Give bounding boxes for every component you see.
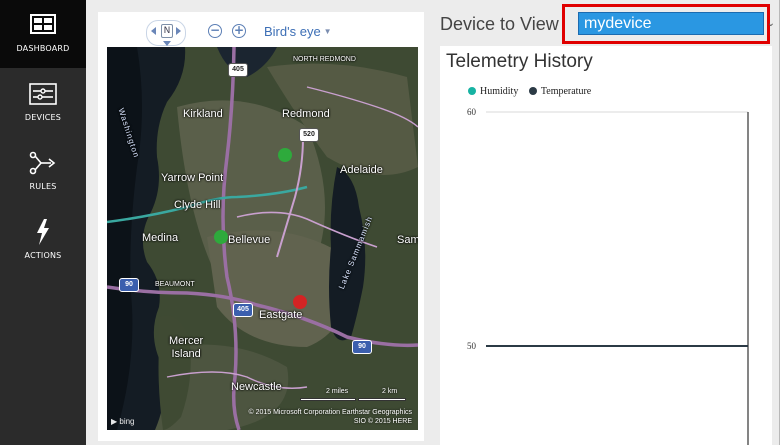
highway-90-east-shield: 90 bbox=[352, 340, 372, 354]
device-select-dropdown[interactable]: mydevice ⌄ bbox=[578, 12, 775, 35]
pan-left-icon[interactable] bbox=[151, 27, 156, 35]
chevron-down-icon: ▼ bbox=[323, 27, 332, 36]
copyright-line-1: © 2015 Microsoft Corporation Earthstar G… bbox=[248, 409, 412, 416]
nav-devices-label: DEVICES bbox=[24, 113, 62, 122]
device-marker-bellevue[interactable] bbox=[214, 230, 228, 244]
nav-rules-label: RULES bbox=[29, 182, 57, 191]
device-select-value: mydevice bbox=[584, 15, 652, 32]
device-to-view-label: Device to View bbox=[440, 14, 559, 34]
map-label-adelaide: Adelaide bbox=[340, 164, 383, 176]
map-view-mode-label: Bird's eye bbox=[264, 24, 321, 39]
highway-405-north-shield: 405 bbox=[228, 63, 248, 77]
nav-dashboard-label: DASHBOARD bbox=[16, 44, 70, 53]
map-toolbar: N − + Bird's eye ▼ bbox=[108, 18, 418, 46]
scale-bar-miles bbox=[300, 398, 356, 401]
map-label-mercer-island: Mercer Island bbox=[169, 335, 204, 360]
scale-bar-km bbox=[358, 398, 406, 401]
side-navigation: DASHBOARD DEVICES RULES ACTIONS bbox=[0, 0, 86, 445]
map-label-clyde-hill: Clyde Hill bbox=[174, 199, 221, 211]
highway-405-south-shield: 405 bbox=[233, 303, 253, 317]
map-label-yarrow-point: Yarrow Point bbox=[161, 172, 224, 184]
map-label-kirkland: Kirkland bbox=[183, 108, 223, 120]
map-label-sam: Sam bbox=[397, 234, 418, 246]
scale-km: 2 km bbox=[382, 388, 398, 395]
chart-legend: Humidity Temperature bbox=[468, 86, 599, 98]
zoom-in-button[interactable]: + bbox=[232, 24, 246, 38]
copyright-line-2: SIO © 2015 HERE bbox=[353, 418, 412, 425]
legend-label-temperature: Temperature bbox=[540, 86, 592, 97]
nav-rules[interactable]: RULES bbox=[0, 138, 86, 206]
map-label-beaumont: BEAUMONT bbox=[155, 281, 195, 288]
device-marker-redmond[interactable] bbox=[278, 148, 292, 162]
map-label-newcastle: Newcastle bbox=[231, 381, 282, 393]
telemetry-history-title: Telemetry History bbox=[446, 51, 593, 72]
rules-icon bbox=[0, 150, 86, 176]
scale-miles: 2 miles bbox=[326, 388, 349, 395]
telemetry-chart: 60 50 bbox=[467, 107, 749, 445]
map-copyright: © 2015 Microsoft Corporation Earthstar G… bbox=[248, 408, 412, 426]
legend-item-humidity[interactable]: Humidity bbox=[468, 86, 518, 97]
chevron-down-icon: ⌄ bbox=[766, 18, 775, 29]
pan-right-icon[interactable] bbox=[176, 27, 181, 35]
device-map-panel: N − + Bird's eye ▼ NORTH REDMOND Washing… bbox=[98, 12, 424, 441]
legend-swatch-temperature bbox=[528, 87, 537, 95]
zoom-out-button[interactable]: − bbox=[208, 24, 222, 38]
telemetry-history-panel: Telemetry History Humidity Temperature 6… bbox=[440, 46, 772, 445]
devices-icon bbox=[0, 81, 86, 107]
y-tick-label: 50 bbox=[467, 341, 477, 351]
map-label-redmond: Redmond bbox=[282, 108, 330, 120]
nav-actions[interactable]: ACTIONS bbox=[0, 207, 86, 275]
highway-520-shield: 520 bbox=[299, 128, 319, 142]
nav-dashboard[interactable]: DASHBOARD bbox=[0, 0, 86, 68]
map-label-medina: Medina bbox=[142, 232, 179, 244]
dashboard-icon bbox=[0, 12, 86, 38]
legend-item-temperature[interactable]: Temperature bbox=[528, 86, 592, 97]
legend-label-humidity: Humidity bbox=[480, 86, 519, 97]
compass-north[interactable]: N bbox=[161, 24, 173, 38]
y-tick-label: 60 bbox=[467, 107, 477, 117]
map-label-north-redmond: NORTH REDMOND bbox=[293, 56, 356, 63]
device-marker-eastgate[interactable] bbox=[293, 295, 307, 309]
highway-90-west-shield: 90 bbox=[119, 278, 139, 292]
map-scale: 2 miles 2 km bbox=[300, 388, 410, 402]
map-label-eastgate: Eastgate bbox=[259, 309, 303, 321]
map-view-mode-dropdown[interactable]: Bird's eye ▼ bbox=[264, 24, 332, 39]
compass-control[interactable]: N bbox=[146, 20, 186, 46]
map-canvas[interactable]: NORTH REDMOND Washington Kirkland Redmon… bbox=[107, 47, 418, 430]
map-label-bellevue: Bellevue bbox=[228, 234, 271, 246]
bing-logo-text: bing bbox=[119, 417, 135, 426]
nav-actions-label: ACTIONS bbox=[24, 251, 62, 260]
bing-logo: ▶ bing bbox=[111, 417, 135, 426]
legend-swatch-humidity bbox=[468, 87, 476, 95]
dashboard-content: N − + Bird's eye ▼ NORTH REDMOND Washing… bbox=[86, 0, 780, 445]
pan-down-icon[interactable] bbox=[163, 41, 171, 46]
actions-icon bbox=[0, 219, 86, 245]
nav-devices[interactable]: DEVICES bbox=[0, 69, 86, 137]
